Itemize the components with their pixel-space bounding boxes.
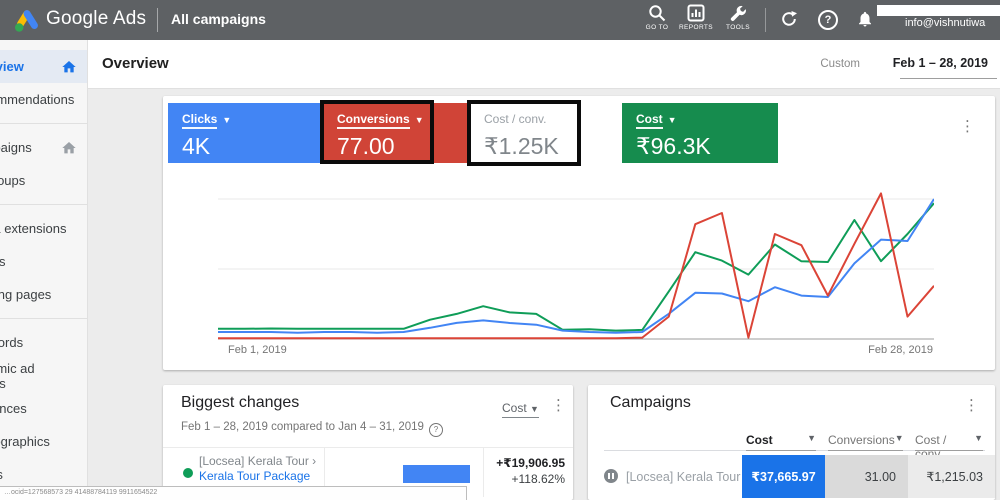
tools-button[interactable]: TOOLS <box>716 4 760 31</box>
go-to-label: GO TO <box>635 24 679 31</box>
sidebar-item-recommendations[interactable]: Recommendations <box>0 83 87 116</box>
cost-per-conv-cell: ₹1,215.03 <box>908 455 995 498</box>
overview-chart-card: Clicks▼ 4K Conversions▼ 77.00 Cost / con… <box>163 96 995 370</box>
top-app-bar: Google Ads All campaigns GO TO REPORTS T… <box>0 0 1000 40</box>
cell-divider <box>483 448 484 497</box>
sidebar-item-demographics[interactable]: Demographics <box>0 425 87 458</box>
go-to-button[interactable]: GO TO <box>635 4 679 31</box>
sidebar-item-audiences[interactable]: Audiences <box>0 392 87 425</box>
scope-title: All campaigns <box>171 11 266 27</box>
tools-icon <box>729 4 747 22</box>
search-icon <box>648 4 666 22</box>
refresh-icon[interactable] <box>780 10 800 30</box>
topbar-divider <box>765 8 766 32</box>
annotation-box-conversions <box>320 100 434 164</box>
change-values: +₹19,906.95 +118.62% <box>496 455 565 487</box>
annotation-box-cost-per-conv <box>467 100 581 166</box>
sidebar-item-overview[interactable]: Overview <box>0 50 87 83</box>
page-title: Overview <box>102 55 169 72</box>
sidebar-item-campaigns[interactable]: Campaigns <box>0 131 87 164</box>
sidebar-divider <box>0 123 87 124</box>
sidebar-item-videos[interactable]: Videos <box>0 245 87 278</box>
campaigns-panel: Campaigns ⋮ Cost▼ Conversions▼ Cost / co… <box>588 385 995 500</box>
biggest-changes-panel: Biggest changes Cost ▼ ⋮ Feb 1 – 28, 201… <box>163 385 573 500</box>
account-email: info@vishnutiwa <box>905 17 985 29</box>
scorecard-cost[interactable]: Cost ▼ ₹96.3K <box>622 103 778 163</box>
chart-menu-kebab-icon[interactable]: ⋮ <box>960 120 975 134</box>
chevron-down-icon: ▼ <box>895 433 904 443</box>
sidebar-item-keywords[interactable]: Keywords <box>0 326 87 359</box>
google-ads-logo-icon <box>13 7 41 33</box>
home-icon <box>61 59 77 75</box>
campaign-link[interactable]: Kerala Tour Package <box>199 469 316 484</box>
page-header: Overview Custom Feb 1 – 28, 2019 <box>88 40 1000 89</box>
comparison-subtitle: Feb 1 – 28, 2019 compared to Jan 4 – 31,… <box>181 421 443 437</box>
change-percent: +118.62% <box>496 471 565 487</box>
chevron-down-icon: ▼ <box>807 433 816 443</box>
panel-title: Campaigns <box>610 394 691 412</box>
browser-status-bar: …ocid=127568573 29 41488784119 991165452… <box>0 486 467 500</box>
change-amount: +₹19,906.95 <box>496 455 565 471</box>
column-header-conversions[interactable]: Conversions▼ <box>828 433 903 451</box>
help-icon[interactable]: ? <box>429 423 443 437</box>
campaign-row: [Locsea] Kerala Tour ₹37,665.97 31.00 ₹1… <box>588 455 995 498</box>
tools-label: TOOLS <box>716 24 760 31</box>
column-header-cost-per-conv[interactable]: Cost / conv.▼ <box>915 433 983 451</box>
metric-label: Clicks <box>182 112 217 129</box>
help-icon[interactable]: ? <box>818 10 838 30</box>
sidebar-item-dynamic-ad-targets[interactable]: Dynamic ad targets <box>0 359 87 392</box>
conversions-cell: 31.00 <box>825 455 908 498</box>
campaign-path: [Locsea] Kerala Tour › <box>199 454 316 469</box>
sidebar-item-ad-groups[interactable]: Ad groups <box>0 164 87 197</box>
column-header-cost[interactable]: Cost▼ <box>746 433 816 451</box>
panel-title: Biggest changes <box>181 394 299 412</box>
x-axis-end-label: Feb 28, 2019 <box>868 344 933 356</box>
timeseries-chart <box>218 185 934 340</box>
reports-button[interactable]: REPORTS <box>674 4 718 31</box>
product-name: Google Ads <box>46 8 146 30</box>
date-range-type: Custom <box>820 58 860 70</box>
sidebar-divider <box>0 204 87 205</box>
change-bar <box>403 465 470 483</box>
sidebar-item-landing-pages[interactable]: Landing pages <box>0 278 87 311</box>
x-axis-start-label: Feb 1, 2019 <box>228 344 287 356</box>
reports-label: REPORTS <box>674 24 718 31</box>
status-dot-enabled <box>183 468 193 478</box>
scorecard-clicks[interactable]: Clicks ▼ 4K <box>168 103 323 163</box>
chevron-down-icon: ▼ <box>668 115 677 125</box>
reports-icon <box>687 4 705 22</box>
campaign-name[interactable]: [Locsea] Kerala Tour <box>626 470 740 484</box>
metric-label: Cost <box>636 112 663 129</box>
cost-cell: ₹37,665.97 <box>742 455 825 498</box>
chevron-down-icon: ▼ <box>974 433 983 443</box>
topbar-divider <box>157 8 158 32</box>
chevron-down-icon: ▼ <box>222 115 231 125</box>
notifications-icon[interactable] <box>856 10 876 30</box>
panel-menu-kebab-icon[interactable]: ⋮ <box>964 399 979 413</box>
redacted-account-name <box>877 5 1000 16</box>
chevron-down-icon: ▼ <box>530 404 539 414</box>
sidebar-item-ads-extensions[interactable]: Ads & extensions <box>0 212 87 245</box>
navigation-sidebar: Overview Recommendations Campaigns Ad gr… <box>0 40 88 500</box>
date-range-picker[interactable]: Feb 1 – 28, 2019 <box>893 56 988 70</box>
campaign-name-cell: [Locsea] Kerala Tour › Kerala Tour Packa… <box>199 454 316 484</box>
sidebar-divider <box>0 318 87 319</box>
metric-value: 4K <box>182 133 309 160</box>
paused-status-icon <box>604 469 618 483</box>
panel-menu-kebab-icon[interactable]: ⋮ <box>551 399 566 413</box>
metric-value: ₹96.3K <box>636 133 764 160</box>
date-range-underline <box>900 78 997 79</box>
home-icon <box>61 140 77 156</box>
metric-dropdown[interactable]: Cost ▼ <box>502 401 539 418</box>
